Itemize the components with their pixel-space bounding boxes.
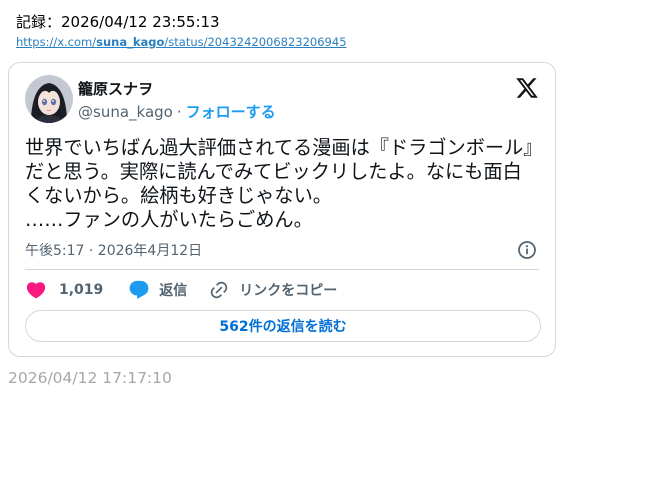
handle-row: @suna_kago · フォローする [78, 101, 276, 122]
tweet-card: 籠原スナヲ @suna_kago · フォローする 世界でいちばん過大評価されてる漫… [8, 62, 556, 357]
tweet-text: 世界でいちばん過大評価されてる漫画は『ドラゴンボール』だと思う。実際に読んでみて… [25, 136, 533, 231]
copy-link-button[interactable]: リンクをコピー [209, 280, 337, 300]
info-icon[interactable] [517, 240, 537, 260]
separator-dot: · [176, 103, 182, 121]
reply-button[interactable]: 返信 [128, 279, 187, 301]
source-url-link[interactable]: https://x.com/suna_kago/status/204324200… [16, 35, 347, 49]
x-logo-icon[interactable] [515, 76, 539, 100]
tweet-actions: 1,019 返信 リンクをコピー [25, 279, 337, 301]
read-replies-button[interactable]: 562件の返信を読む [25, 310, 541, 342]
source-url-suffix: /status/2043242006823206945 [164, 35, 347, 49]
like-button[interactable]: 1,019 [25, 279, 103, 301]
source-url-prefix: https://x.com/ [16, 35, 97, 49]
user-handle[interactable]: @suna_kago [78, 103, 173, 121]
reply-label: 返信 [159, 283, 188, 299]
footer-timestamp: 2026/04/12 17:17:10 [8, 369, 172, 387]
record-timestamp: 記録：2026/04/12 23:55:13 [16, 13, 220, 31]
copy-link-label: リンクをコピー [239, 283, 338, 299]
display-name[interactable]: 籠原スナヲ [78, 78, 153, 99]
source-url-user: suna_kago [96, 35, 165, 49]
follow-button[interactable]: フォローする [186, 103, 276, 121]
speech-bubble-icon [128, 279, 150, 301]
heart-icon [25, 279, 47, 301]
tweet-timestamp[interactable]: 午後5:17 · 2026年4月12日 [25, 240, 202, 260]
avatar[interactable] [25, 75, 73, 123]
link-icon [209, 280, 229, 300]
like-count: 1,019 [59, 282, 104, 298]
divider [25, 269, 539, 270]
